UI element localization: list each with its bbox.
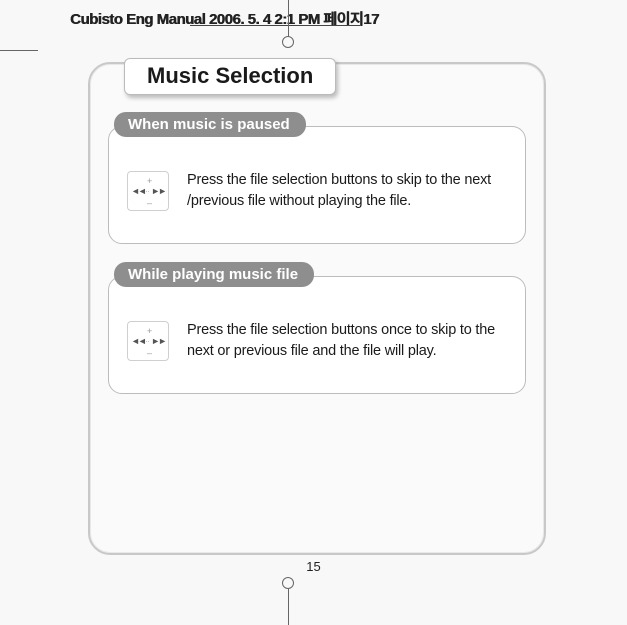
dpad-icon: + ◄◄ ·· ►► – [127, 171, 169, 211]
section-box-playing: + ◄◄ ·· ►► – Press the file selection bu… [108, 276, 526, 394]
crop-circle-top [282, 36, 294, 48]
dpad-icon: + ◄◄ ·· ►► – [127, 321, 169, 361]
crop-circle-bottom [282, 577, 294, 589]
crop-mark-bottom [288, 583, 289, 625]
section-text-playing: Press the file selection buttons once to… [187, 320, 507, 362]
section-paused: When music is paused + ◄◄ ·· ►► – Press … [108, 114, 526, 244]
section-box-paused: + ◄◄ ·· ►► – Press the file selection bu… [108, 126, 526, 244]
section-text-paused: Press the file selection buttons to skip… [187, 170, 507, 212]
section-pill-playing: While playing music file [114, 262, 314, 287]
crop-mark-left [0, 50, 38, 51]
section-pill-paused: When music is paused [114, 112, 306, 137]
page-number: 15 [0, 559, 627, 574]
page-panel: Music Selection When music is paused + ◄… [88, 62, 546, 555]
section-playing: While playing music file + ◄◄ ·· ►► – Pr… [108, 264, 526, 394]
page-title: Music Selection [124, 58, 336, 95]
header-underline [190, 25, 360, 26]
